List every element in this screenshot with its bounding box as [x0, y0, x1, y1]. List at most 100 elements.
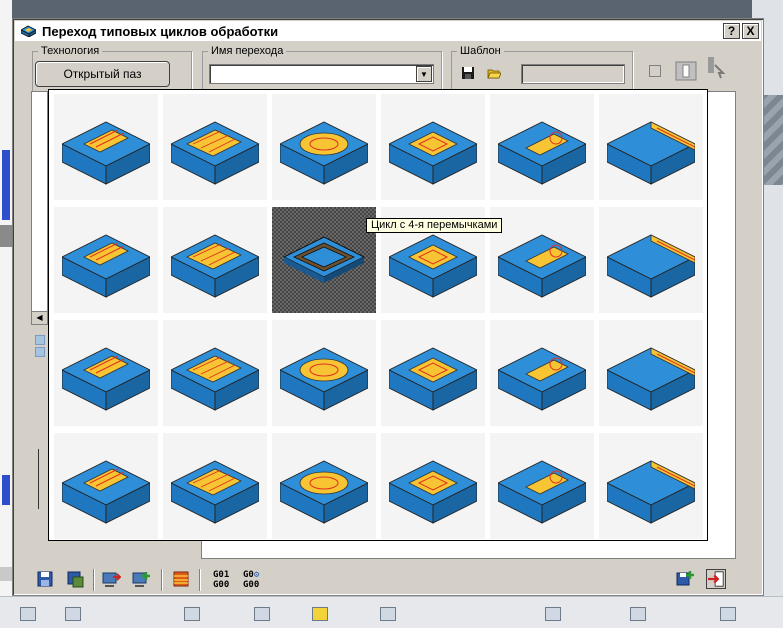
template-legend: Шаблон	[460, 45, 501, 57]
cycle-cell[interactable]	[490, 94, 594, 200]
cycle-cell[interactable]	[272, 94, 376, 200]
export-icon[interactable]	[101, 569, 121, 589]
axis-z-indicator-2	[2, 475, 10, 505]
help-button[interactable]: ?	[723, 23, 740, 39]
cycle-cell[interactable]	[163, 320, 267, 426]
cycle-cell[interactable]	[272, 433, 376, 539]
cycle-cell[interactable]	[381, 320, 485, 426]
cycle-cell[interactable]	[163, 94, 267, 200]
boss-contour-icon	[171, 460, 259, 524]
cycle-cell[interactable]	[381, 433, 485, 539]
cycle-cell[interactable]	[381, 94, 485, 200]
cycle-cell[interactable]	[54, 433, 158, 539]
open-template-icon[interactable]	[487, 66, 501, 80]
cycle-cell[interactable]	[599, 94, 703, 200]
left-panel	[31, 91, 48, 321]
save-as-icon[interactable]	[65, 569, 85, 589]
curved-wall-icon	[171, 347, 259, 411]
cycle-cell[interactable]	[490, 207, 594, 313]
cycle-cell[interactable]	[272, 207, 376, 313]
gcode-settings-line-1: G0⚙	[243, 570, 260, 580]
cycle-cell[interactable]	[163, 207, 267, 313]
u-pocket-icon	[607, 234, 695, 298]
option-toggle[interactable]	[649, 65, 661, 77]
cycle-cell[interactable]	[490, 320, 594, 426]
gcode-button[interactable]: G01 G00	[213, 570, 229, 590]
cycle-cell[interactable]	[54, 94, 158, 200]
toolbar-separator-2	[161, 569, 163, 591]
side-tab[interactable]	[0, 567, 12, 581]
app-icon	[21, 25, 36, 37]
cycle-cell[interactable]	[272, 320, 376, 426]
open-slot-icon	[62, 121, 150, 185]
transition-name-combo[interactable]: ▼	[209, 64, 434, 84]
cycle-cell[interactable]	[163, 433, 267, 539]
template-field[interactable]	[521, 64, 625, 84]
slot-contour-icon	[498, 121, 586, 185]
close-button[interactable]: X	[742, 23, 759, 39]
add-icon[interactable]	[131, 569, 151, 589]
settings-icon[interactable]	[630, 607, 646, 621]
gcode-line-2: G00	[213, 580, 230, 590]
view-icon[interactable]	[254, 607, 270, 621]
background-taskbar	[0, 596, 783, 628]
gcode-settings-line-2: G00	[243, 580, 260, 590]
technology-legend: Технология	[41, 45, 100, 57]
multi-pass-slot-icon	[171, 121, 259, 185]
globe-icon[interactable]	[65, 607, 81, 621]
technology-button[interactable]: Открытый паз	[35, 61, 170, 87]
wall-face-icon	[607, 460, 695, 524]
step-slot-icon	[607, 121, 695, 185]
groove-icon	[62, 234, 150, 298]
cycle-cell[interactable]	[490, 433, 594, 539]
axis-z-indicator	[2, 150, 10, 220]
multi-boss-icon	[62, 347, 150, 411]
narrow-slot-icon	[389, 460, 477, 524]
cycle-cell[interactable]	[599, 433, 703, 539]
title-bar: Переход типовых циклов обработки ? X	[15, 21, 761, 41]
ring-groove-icon	[389, 347, 477, 411]
left-panel-scroll-left[interactable]: ◀	[31, 311, 48, 325]
slot-with-dims-icon	[389, 121, 477, 185]
closed-pocket-icon	[280, 121, 368, 185]
background-left	[0, 0, 12, 628]
cursor-tool-icon[interactable]	[705, 55, 727, 79]
folder-icon[interactable]	[312, 607, 328, 621]
model-fragment	[0, 225, 12, 247]
rib-icon	[607, 347, 695, 411]
transition-name-legend: Имя перехода	[211, 45, 284, 57]
gcode-settings-button[interactable]: G0⚙ G00	[243, 570, 259, 590]
gcode-line-1: G01	[213, 570, 230, 580]
toolbar-separator-3	[199, 569, 201, 591]
cycle-cell[interactable]	[54, 320, 158, 426]
left-panel-marker	[35, 335, 45, 345]
tool-holder-icon[interactable]	[675, 61, 697, 81]
combo-dropdown-arrow[interactable]: ▼	[416, 66, 432, 82]
left-panel-marker-2	[35, 347, 45, 357]
inclined-pocket-icon	[62, 460, 150, 524]
gear-icon: ⚙	[253, 570, 260, 580]
save-add-icon[interactable]	[675, 569, 695, 589]
cycles-dialog: Переход типовых циклов обработки ? X Тех…	[12, 18, 764, 596]
toolbar-separator	[93, 569, 95, 591]
layers-icon[interactable]	[171, 569, 191, 589]
cycle-cell[interactable]	[54, 207, 158, 313]
save-icon[interactable]	[35, 569, 55, 589]
tool-icon[interactable]	[184, 607, 200, 621]
exit-icon[interactable]	[706, 569, 726, 589]
chamfer-icon	[280, 347, 368, 411]
save-template-icon[interactable]	[461, 66, 475, 80]
cycles-popup	[48, 89, 708, 541]
arrow-icon[interactable]	[720, 607, 736, 621]
round-hole-icon	[498, 234, 586, 298]
four-bridge-cycle-icon	[282, 236, 366, 283]
bore-icon	[280, 460, 368, 524]
cycle-cell[interactable]	[599, 207, 703, 313]
layer-icon[interactable]	[545, 607, 561, 621]
cycle-tooltip: Цикл с 4-я перемычками	[366, 218, 503, 233]
cylinder-top-icon	[498, 460, 586, 524]
cycle-cell[interactable]	[599, 320, 703, 426]
cube-icon[interactable]	[20, 607, 36, 621]
grid-icon[interactable]	[380, 607, 396, 621]
window-title: Переход типовых циклов обработки	[42, 24, 279, 39]
